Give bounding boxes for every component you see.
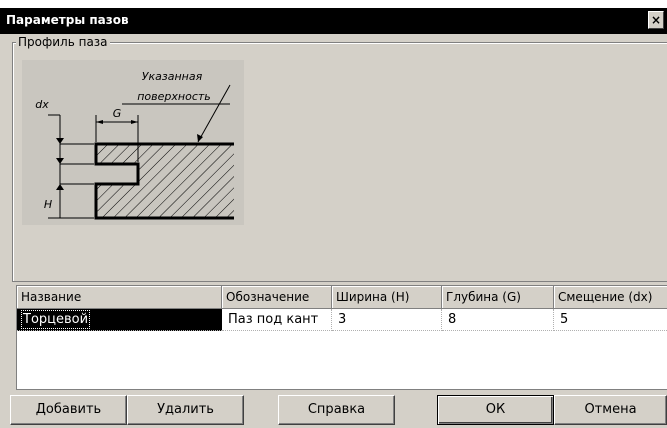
cell-name-text: Торцевой: [20, 310, 91, 329]
slots-table[interactable]: Название Обозначение Ширина (H) Глубина …: [16, 285, 667, 390]
part-body: [96, 144, 234, 218]
column-header-designation[interactable]: Обозначение: [222, 286, 332, 309]
slot-profile-drawing: Указанная поверхность G dx H: [35, 70, 234, 220]
surface-label-line2: поверхность: [137, 90, 211, 103]
dx-arrow-2: [56, 158, 64, 164]
cell-width[interactable]: 3: [332, 309, 442, 331]
dx-arrow-1: [56, 138, 64, 144]
cancel-button[interactable]: Отмена: [554, 395, 667, 425]
column-header-name[interactable]: Название: [17, 286, 222, 309]
h-label: H: [44, 198, 52, 211]
cell-name[interactable]: Торцевой: [17, 309, 222, 331]
surface-label-line1: Указанная: [142, 70, 203, 83]
slot-profile-diagram: Указанная поверхность G dx H: [22, 60, 244, 225]
ok-button[interactable]: ОК: [437, 395, 554, 425]
column-header-offset[interactable]: Смещение (dx): [554, 286, 667, 309]
delete-button[interactable]: Удалить: [127, 395, 244, 425]
title-bar[interactable]: Параметры пазов ×: [0, 8, 667, 34]
dx-label: dx: [35, 98, 49, 111]
cell-depth[interactable]: 8: [442, 309, 554, 331]
table-header: Название Обозначение Ширина (H) Глубина …: [17, 286, 667, 309]
g-label: G: [113, 107, 122, 120]
table-row[interactable]: Торцевой Паз под кант 3 8 5: [17, 309, 667, 331]
cell-designation[interactable]: Паз под кант: [222, 309, 332, 331]
column-header-width[interactable]: Ширина (H): [332, 286, 442, 309]
g-arrow-right: [131, 120, 138, 124]
profile-group-label: Профиль паза: [16, 35, 110, 49]
help-button[interactable]: Справка: [278, 395, 395, 425]
add-button[interactable]: Добавить: [10, 395, 127, 425]
window-title: Параметры пазов: [6, 13, 129, 27]
column-header-depth[interactable]: Глубина (G): [442, 286, 554, 309]
cell-offset[interactable]: 5: [554, 309, 667, 331]
dx-arrow-3: [56, 184, 64, 190]
g-arrow-left: [96, 120, 103, 124]
close-icon[interactable]: ×: [648, 11, 664, 29]
